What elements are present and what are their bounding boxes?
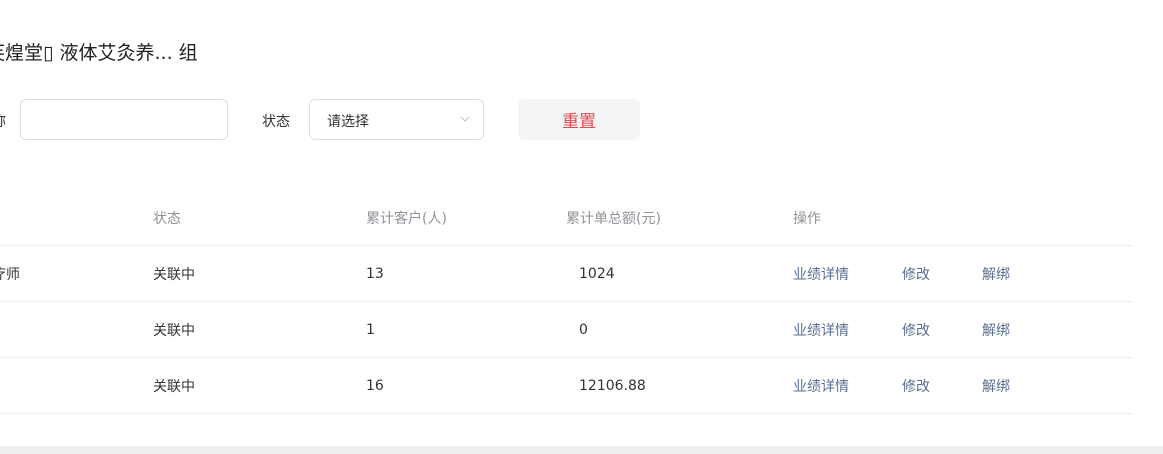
detail-link[interactable]: 业绩详情 bbox=[793, 302, 849, 357]
status-select[interactable]: 请选择 bbox=[309, 99, 484, 140]
header-ops: 操作 bbox=[793, 210, 821, 227]
header-customers: 累计客户(人) bbox=[366, 210, 447, 227]
status-filter-label: 状态 bbox=[262, 114, 290, 130]
table-row: 关联中 1 0 业绩详情 修改 解绑 bbox=[0, 302, 1133, 358]
table-row: 疗师 关联中 13 1024 业绩详情 修改 解绑 bbox=[0, 246, 1133, 302]
header-status: 状态 bbox=[153, 210, 181, 227]
page-title: 芙煌堂▯ 液体艾灸养... 组 bbox=[0, 42, 198, 64]
status-select-placeholder: 请选择 bbox=[327, 114, 369, 130]
reset-button[interactable]: 重置 bbox=[518, 99, 640, 140]
header-total: 累计单总额(元) bbox=[566, 210, 661, 227]
row-status: 关联中 bbox=[153, 378, 195, 395]
results-table: 状态 累计客户(人) 累计单总额(元) 操作 疗师 关联中 13 1024 业绩… bbox=[0, 190, 1133, 414]
row-name: 疗师 bbox=[0, 266, 20, 283]
unbind-link[interactable]: 解绑 bbox=[982, 302, 1010, 357]
horizontal-scrollbar[interactable] bbox=[0, 446, 1163, 454]
page: 芙煌堂▯ 液体艾灸养... 组 称 状态 请选择 重置 状态 累计客户(人) 累… bbox=[0, 0, 1163, 454]
row-total: 1024 bbox=[579, 265, 615, 282]
row-customers: 1 bbox=[366, 321, 375, 338]
table-row: 关联中 16 12106.88 业绩详情 修改 解绑 bbox=[0, 358, 1133, 414]
table-header-row: 状态 累计客户(人) 累计单总额(元) 操作 bbox=[0, 190, 1133, 246]
detail-link[interactable]: 业绩详情 bbox=[793, 358, 849, 413]
unbind-link[interactable]: 解绑 bbox=[982, 246, 1010, 301]
row-status: 关联中 bbox=[153, 322, 195, 339]
unbind-link[interactable]: 解绑 bbox=[982, 358, 1010, 413]
row-total: 12106.88 bbox=[579, 377, 646, 394]
row-status: 关联中 bbox=[153, 266, 195, 283]
edit-link[interactable]: 修改 bbox=[902, 358, 930, 413]
row-customers: 13 bbox=[366, 265, 384, 282]
name-filter-label: 称 bbox=[0, 111, 6, 131]
detail-link[interactable]: 业绩详情 bbox=[793, 246, 849, 301]
edit-link[interactable]: 修改 bbox=[902, 246, 930, 301]
row-customers: 16 bbox=[366, 377, 384, 394]
name-filter-input[interactable] bbox=[20, 99, 228, 140]
row-total: 0 bbox=[579, 321, 588, 338]
chevron-down-icon bbox=[460, 116, 470, 122]
edit-link[interactable]: 修改 bbox=[902, 302, 930, 357]
